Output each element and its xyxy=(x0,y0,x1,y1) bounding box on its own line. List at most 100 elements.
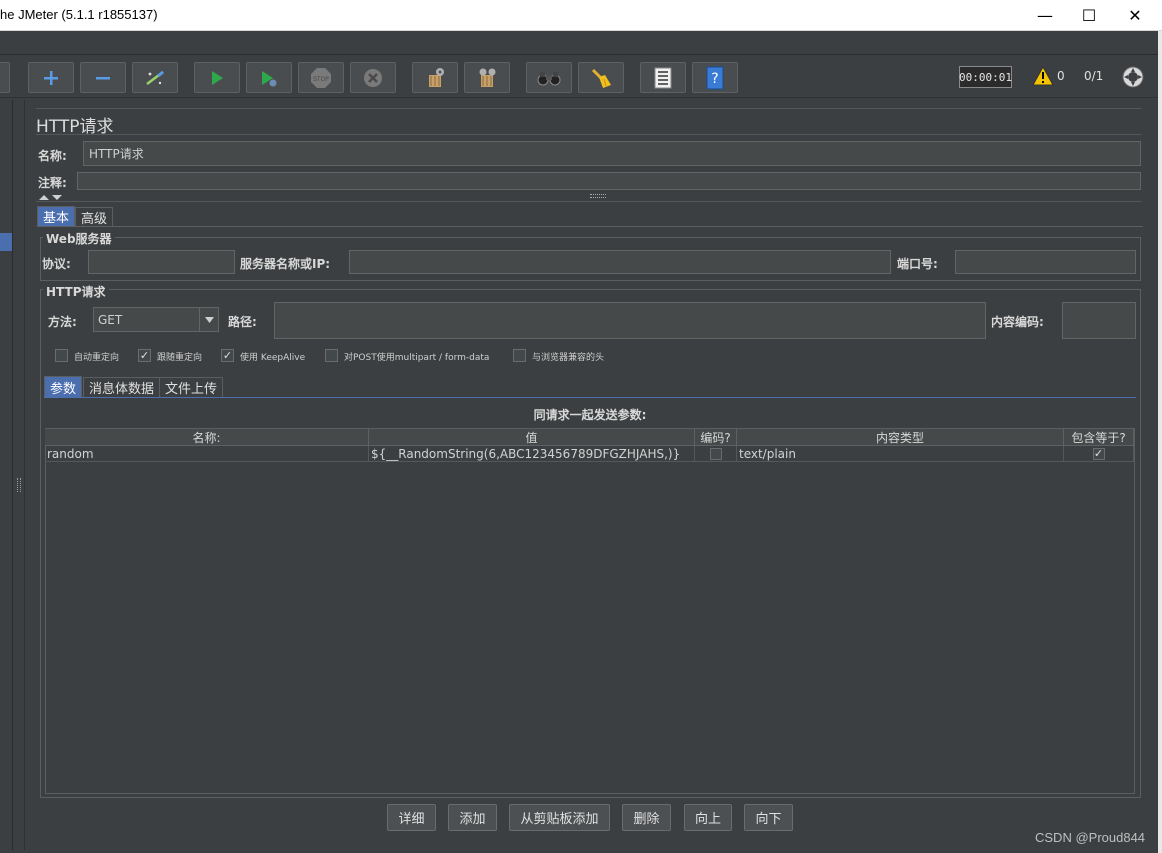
browser-headers-checkbox[interactable] xyxy=(513,349,526,362)
add-button[interactable]: 添加 xyxy=(448,804,497,831)
comment-field[interactable] xyxy=(77,172,1141,190)
keepalive-label: 使用 KeepAlive xyxy=(240,353,306,363)
wand-icon xyxy=(146,70,164,85)
broom-gear-icon xyxy=(429,67,444,87)
broom-gears-icon xyxy=(479,68,496,87)
tab-strip-line xyxy=(37,226,1143,227)
binoculars-icon xyxy=(537,71,561,85)
column-header-encode[interactable]: 编码? xyxy=(695,429,737,446)
divider xyxy=(36,134,1142,135)
divider-grip-icon[interactable] xyxy=(590,194,606,198)
watermark: CSDN @Proud844 xyxy=(1035,830,1146,845)
window-title: he JMeter (5.1.1 r1855137) xyxy=(0,7,158,22)
play-icon xyxy=(212,70,223,85)
tab-params[interactable]: 参数 xyxy=(44,376,83,397)
multipart-label: 对POST使用multipart / form-data xyxy=(344,353,490,363)
svg-text:?: ? xyxy=(711,71,718,87)
function-helper-button[interactable] xyxy=(640,62,686,93)
table-cell-encode[interactable] xyxy=(695,446,737,462)
column-header-value[interactable]: 值 xyxy=(369,429,695,446)
expand-all-button[interactable] xyxy=(28,62,74,93)
port-label: 端口号: xyxy=(897,257,938,271)
title-bar xyxy=(0,0,1162,31)
web-server-title: Web服务器 xyxy=(43,230,115,247)
http-request-title: HTTP请求 xyxy=(43,283,109,300)
encode-checkbox[interactable] xyxy=(709,447,722,460)
port-field[interactable] xyxy=(955,250,1136,274)
help-button[interactable]: ? xyxy=(692,62,738,93)
close-button[interactable]: ✕ xyxy=(1112,0,1158,31)
divider xyxy=(36,201,1142,202)
maximize-button[interactable]: ☐ xyxy=(1066,0,1112,31)
shutdown-button[interactable] xyxy=(350,62,396,93)
encoding-field[interactable] xyxy=(1062,302,1136,339)
shutdown-icon xyxy=(364,68,382,87)
play-no-timer-icon xyxy=(262,70,277,86)
toggle-button[interactable] xyxy=(132,62,178,93)
add-from-clipboard-button[interactable]: 从剪贴板添加 xyxy=(509,804,610,831)
server-field[interactable] xyxy=(349,250,891,274)
start-no-pause-button[interactable] xyxy=(246,62,292,93)
menu-bar xyxy=(0,31,1158,55)
protocol-field[interactable] xyxy=(88,250,235,274)
auto-redirect-label: 自动重定向 xyxy=(74,353,120,363)
remote-status-icon[interactable] xyxy=(1122,66,1144,91)
table-cell-name[interactable]: random xyxy=(45,446,369,462)
minimize-button[interactable]: — xyxy=(1022,0,1068,31)
move-up-button[interactable]: 向上 xyxy=(684,804,732,831)
table-cell-content-type[interactable]: text/plain xyxy=(737,446,1064,462)
name-field[interactable]: HTTP请求 xyxy=(83,141,1141,166)
multipart-checkbox[interactable] xyxy=(325,349,338,362)
path-label: 路径: xyxy=(228,315,257,329)
detail-button[interactable]: 详细 xyxy=(387,804,436,831)
clear-button[interactable] xyxy=(412,62,458,93)
comment-label: 注释: xyxy=(38,176,67,190)
reset-search-button[interactable] xyxy=(578,62,624,93)
auto-redirect-checkbox[interactable] xyxy=(55,349,68,362)
column-header-content-type[interactable]: 内容类型 xyxy=(737,429,1064,446)
column-header-include-equals[interactable]: 包含等于? xyxy=(1064,429,1134,446)
chevron-down-icon[interactable] xyxy=(199,308,218,331)
help-book-icon: ? xyxy=(706,66,724,89)
tab-file-upload[interactable]: 文件上传 xyxy=(159,377,224,397)
subtab-strip-line xyxy=(44,397,1136,398)
collapse-all-button[interactable] xyxy=(80,62,126,93)
tree-selected-node[interactable] xyxy=(0,233,12,251)
desktop-strip xyxy=(1158,31,1162,853)
follow-redirect-label: 跟随重定向 xyxy=(157,353,203,363)
follow-redirect-checkbox[interactable]: ✓ xyxy=(138,349,151,362)
table-cell-value[interactable]: ${__RandomString(6,ABC123456789DFGZHJAHS… xyxy=(369,446,695,462)
test-plan-tree[interactable] xyxy=(0,100,13,850)
encoding-label: 内容编码: xyxy=(991,315,1044,329)
minus-icon xyxy=(96,76,110,79)
split-pane-divider[interactable] xyxy=(13,100,25,850)
splitter-grip-icon[interactable] xyxy=(17,478,21,492)
tab-basic[interactable]: 基本 xyxy=(37,206,76,226)
tab-body-data[interactable]: 消息体数据 xyxy=(83,377,161,397)
divider xyxy=(36,108,1142,109)
delete-button[interactable]: 删除 xyxy=(622,804,671,831)
search-button[interactable] xyxy=(526,62,572,93)
params-table[interactable] xyxy=(45,428,1135,794)
clear-all-button[interactable] xyxy=(464,62,510,93)
collapse-arrows-icon[interactable] xyxy=(38,191,64,205)
tab-advanced[interactable]: 高级 xyxy=(75,207,114,227)
new-button[interactable] xyxy=(0,62,10,93)
path-field[interactable] xyxy=(274,302,986,339)
table-cell-include-equals[interactable]: ✓ xyxy=(1064,446,1134,462)
params-caption: 同请求一起发送参数: xyxy=(533,408,647,422)
stop-button[interactable]: STOP xyxy=(298,62,344,93)
warning-icon[interactable] xyxy=(1032,65,1054,89)
browser-headers-label: 与浏览器兼容的头 xyxy=(532,353,605,363)
warning-count: 0 xyxy=(1057,69,1065,83)
plus-icon xyxy=(44,70,58,85)
keepalive-checkbox[interactable]: ✓ xyxy=(221,349,234,362)
start-button[interactable] xyxy=(194,62,240,93)
column-header-name[interactable]: 名称: xyxy=(45,429,369,446)
elapsed-timer: 00:00:01 xyxy=(959,66,1012,88)
include-equals-checkbox[interactable]: ✓ xyxy=(1092,447,1105,460)
protocol-label: 协议: xyxy=(42,257,71,271)
svg-text:STOP: STOP xyxy=(313,76,329,83)
list-icon xyxy=(654,67,672,88)
move-down-button[interactable]: 向下 xyxy=(744,804,793,831)
